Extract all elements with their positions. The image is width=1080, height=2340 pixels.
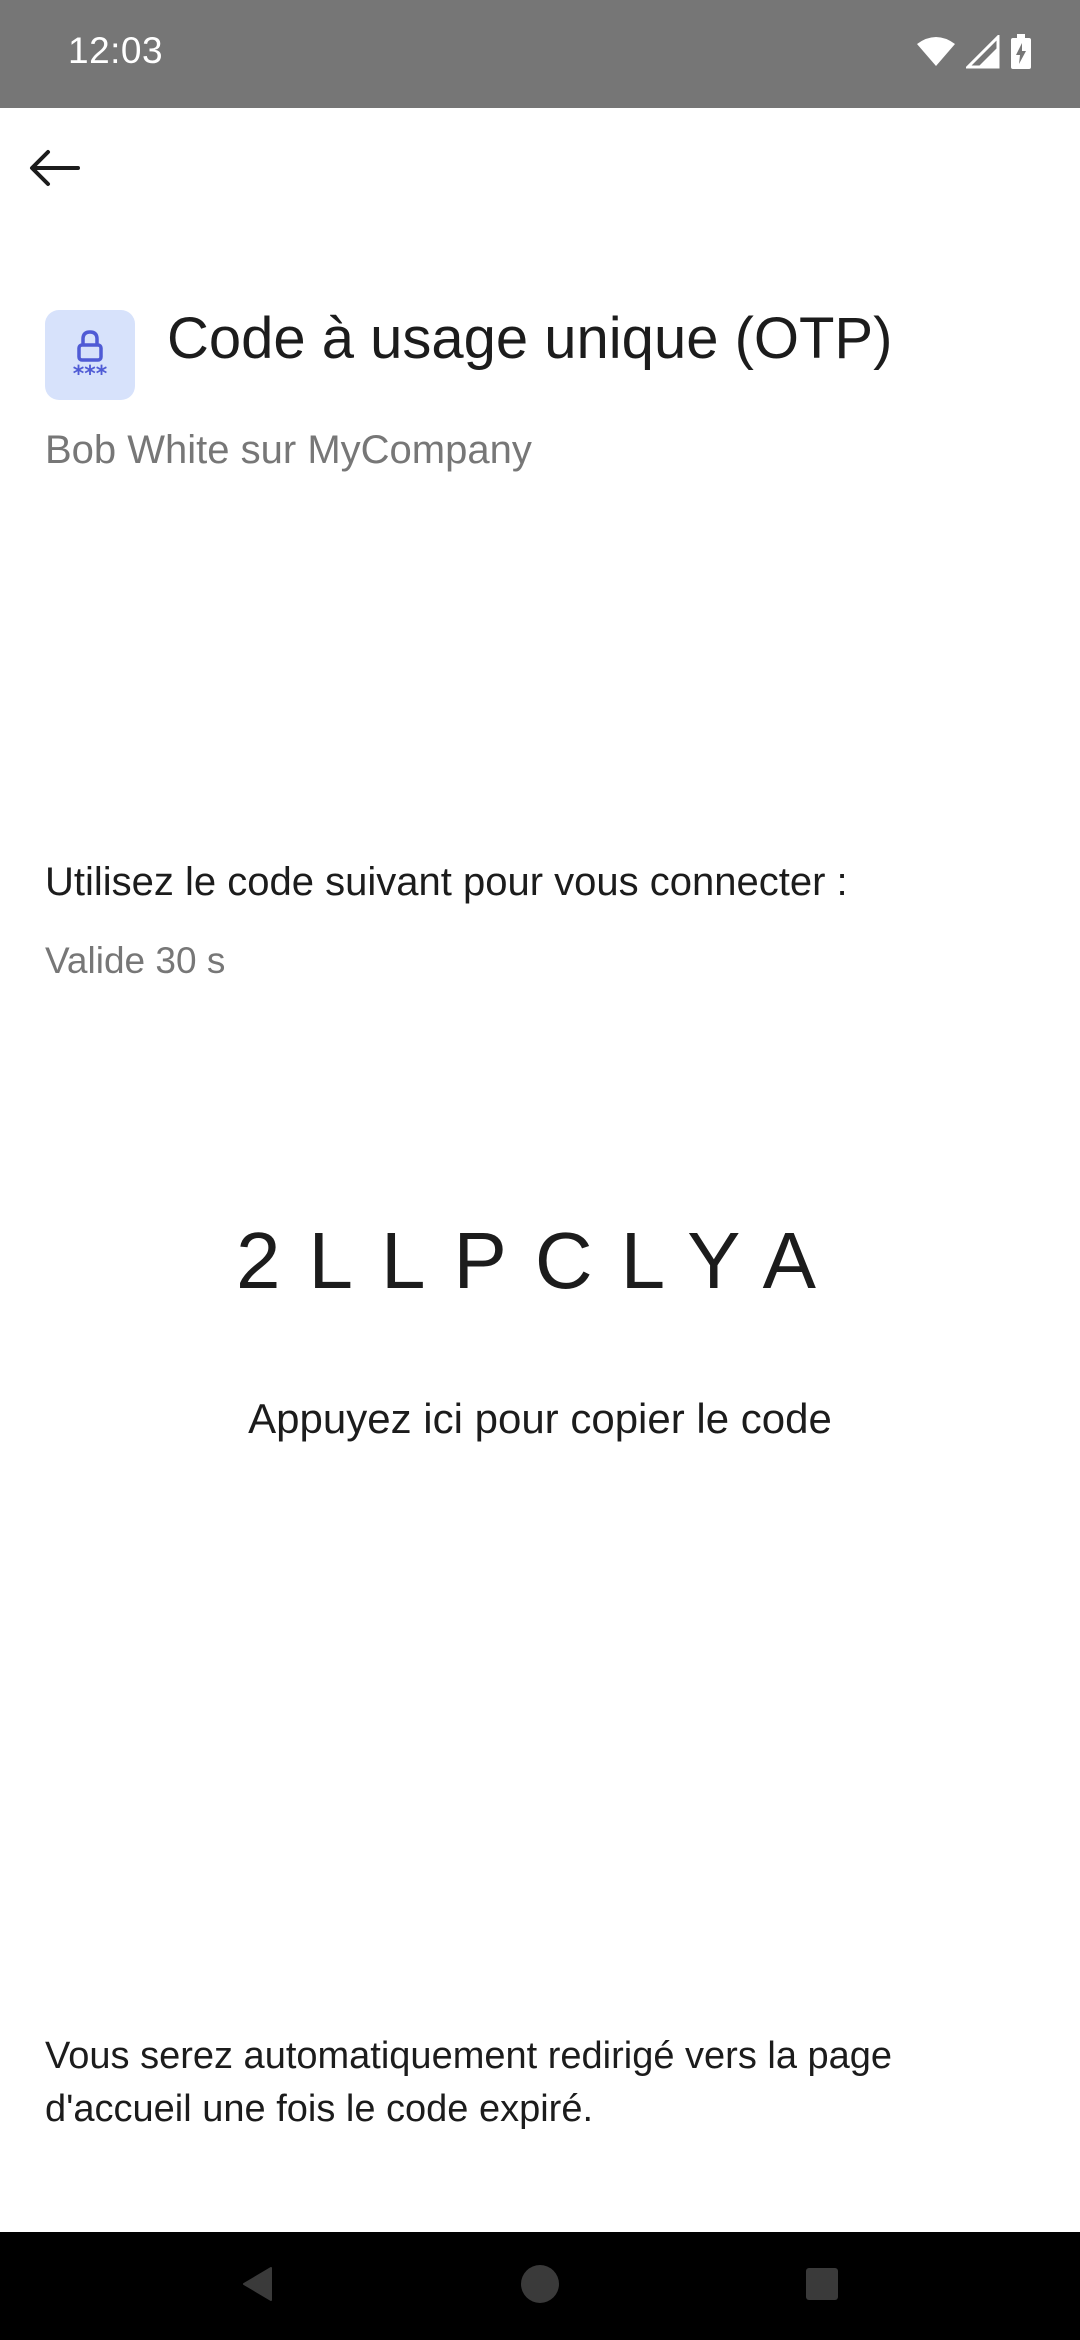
page-title: Code à usage unique (OTP) [167,306,893,371]
instruction-text: Utilisez le code suivant pour vous conne… [45,860,848,904]
lock-password-icon: *** [60,323,120,388]
status-bar: 12:03 [0,0,1080,108]
cellular-signal-icon [966,35,1000,69]
validity-timer: Valide 30 s [45,940,226,981]
account-subtitle: Bob White sur MyCompany [45,428,532,472]
svg-text:***: *** [73,362,108,383]
otp-screen: 12:03 *** Code à usage unique (OTP) Bob … [0,0,1080,2340]
status-time: 12:03 [68,30,164,71]
app-icon: *** [45,310,135,400]
nav-home-button[interactable] [508,2254,572,2318]
nav-back-icon [238,2264,278,2309]
wifi-icon [916,36,956,68]
arrow-left-icon [28,148,80,193]
copy-code-button[interactable]: Appuyez ici pour copier le code [0,1395,1080,1443]
navigation-bar [0,2232,1080,2340]
otp-code[interactable]: 2LLPCLYA [0,1215,1080,1307]
redirect-note: Vous serez automatiquement redirigé vers… [45,2035,893,2130]
back-button[interactable] [18,136,90,204]
nav-home-icon [518,2262,562,2311]
battery-charging-icon [1010,34,1032,70]
nav-recents-button[interactable] [790,2254,854,2318]
nav-recents-icon [802,2264,842,2309]
nav-back-button[interactable] [226,2254,290,2318]
status-icons [916,34,1032,70]
